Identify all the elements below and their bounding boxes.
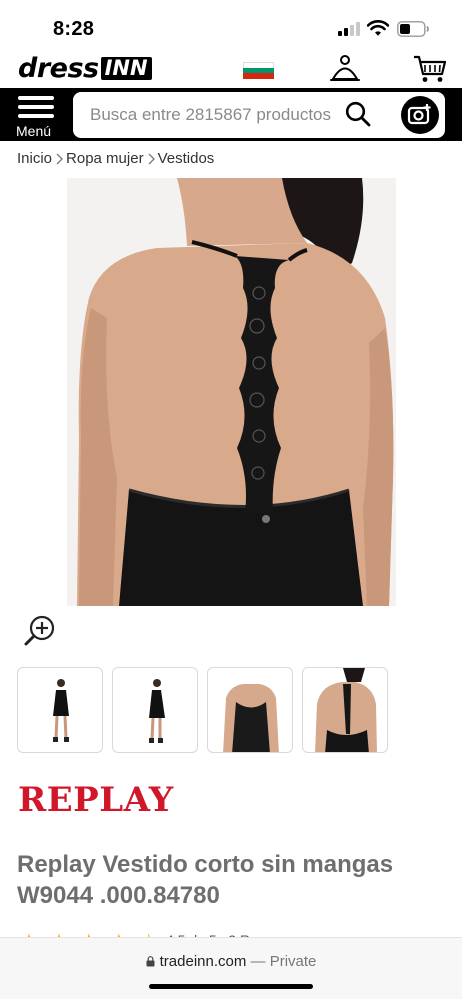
product-main-image[interactable] <box>67 178 396 606</box>
battery-icon <box>397 21 429 37</box>
url-separator: — <box>250 953 266 970</box>
product-photo-back-view <box>67 178 396 606</box>
thumbnail-detail-front[interactable] <box>207 667 293 753</box>
lock-icon <box>146 956 155 967</box>
site-header: dress INN <box>0 50 462 88</box>
breadcrumb-item-inicio[interactable]: Inicio <box>17 150 52 167</box>
camera-search-icon <box>407 104 431 125</box>
url-domain: tradeinn.com <box>159 953 247 970</box>
breadcrumb: Inicio Ropa mujer Vestidos <box>17 150 214 167</box>
user-icon[interactable] <box>330 54 360 84</box>
breadcrumb-item-vestidos[interactable]: Vestidos <box>158 150 215 167</box>
zoom-in-icon[interactable] <box>23 613 57 647</box>
wifi-icon <box>367 20 389 36</box>
logo-badge: INN <box>100 56 152 80</box>
brand-logo[interactable]: REPLAY <box>18 780 174 820</box>
search-bar: Menú <box>0 88 462 141</box>
status-bar: 8:28 <box>0 0 462 52</box>
menu-button[interactable]: Menú <box>12 94 60 139</box>
menu-label: Menú <box>16 123 52 139</box>
camera-search-button[interactable] <box>401 96 439 134</box>
shopping-cart-icon[interactable] <box>413 54 447 84</box>
clock: 8:28 <box>53 18 95 40</box>
site-logo[interactable]: dress INN <box>18 52 152 84</box>
thumbnail-front-view[interactable] <box>17 667 103 753</box>
breadcrumb-item-ropa-mujer[interactable]: Ropa mujer <box>66 150 144 167</box>
home-indicator[interactable] <box>149 984 313 989</box>
chevron-right-icon <box>148 153 155 164</box>
url-display[interactable]: tradeinn.com — Private <box>0 953 462 970</box>
product-title: Replay Vestido corto sin mangas W9044 .0… <box>17 851 394 909</box>
thumbnail-side-view[interactable] <box>112 667 198 753</box>
thumbnail-detail-back[interactable] <box>302 667 388 753</box>
logo-wordmark: dress <box>18 52 99 84</box>
search-icon[interactable] <box>345 101 371 127</box>
chevron-right-icon <box>56 153 63 164</box>
country-flag-icon[interactable] <box>243 62 274 79</box>
thumbnail-strip <box>17 667 388 753</box>
browser-url-bar[interactable]: tradeinn.com — Private <box>0 937 462 999</box>
search-input[interactable] <box>73 92 445 138</box>
private-mode-label: Private <box>269 953 317 970</box>
cellular-signal-icon <box>338 22 362 36</box>
